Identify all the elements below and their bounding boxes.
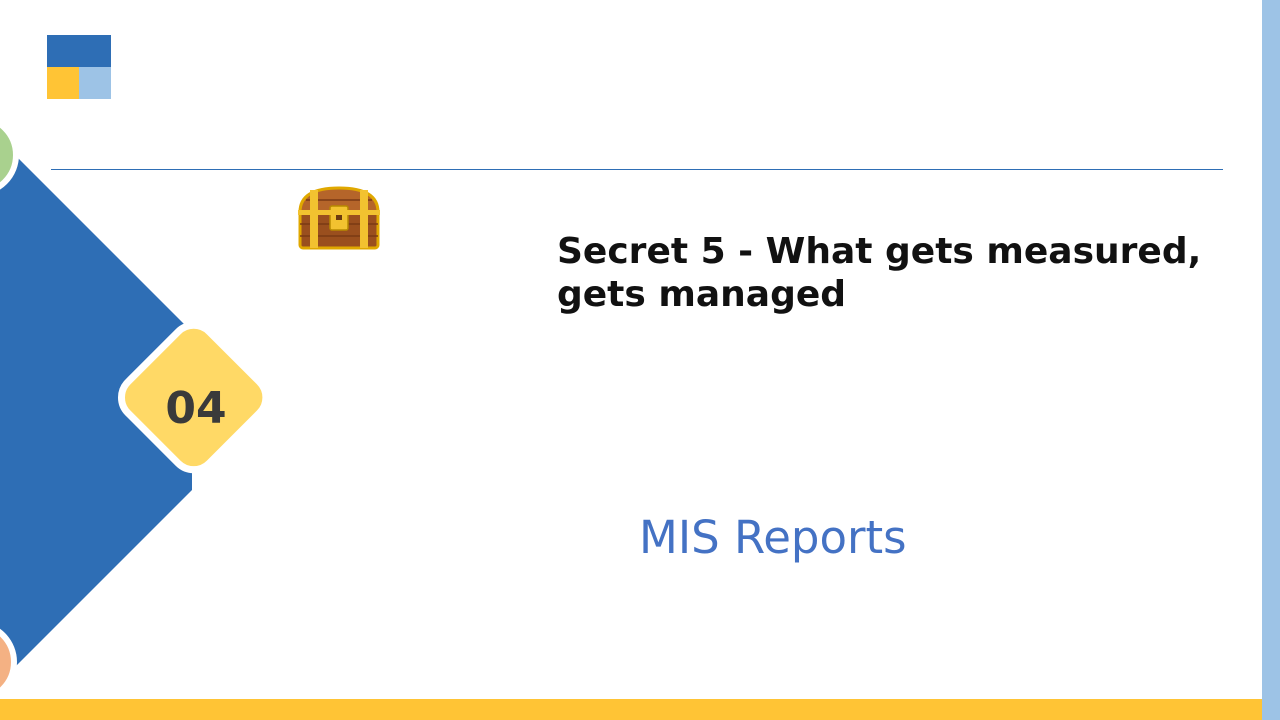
slide: 04 Secret 5 - What gets measured, gets m…	[0, 0, 1280, 720]
treasure-chest-icon	[298, 186, 380, 250]
right-accent-bar	[1262, 0, 1280, 720]
slide-heading: Secret 5 - What gets measured, gets mana…	[557, 231, 1202, 315]
slide-subtitle: MIS Reports	[639, 511, 907, 564]
section-number: 04	[165, 383, 227, 434]
decorative-diamond-shapes	[0, 120, 270, 696]
